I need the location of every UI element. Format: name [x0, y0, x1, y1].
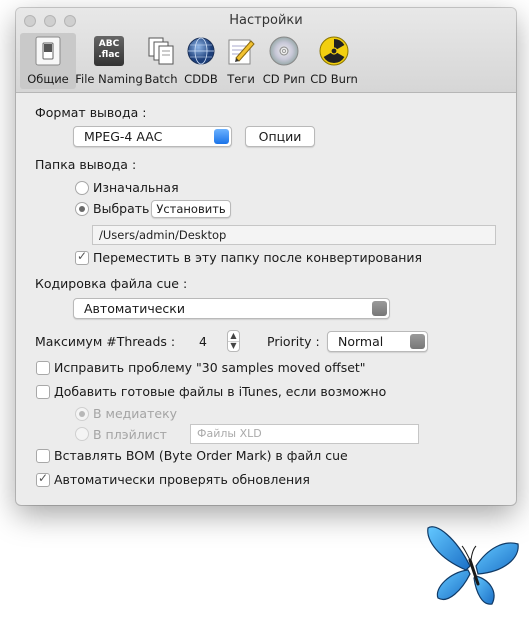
priority-popup[interactable]: Normal	[327, 331, 428, 352]
radiation-icon	[318, 35, 350, 67]
playlist-name-field[interactable]: Файлы XLD	[190, 424, 419, 444]
radio-original-folder[interactable]	[75, 181, 89, 195]
add-itunes-checkbox[interactable]	[36, 385, 50, 399]
fix-samples-checkbox[interactable]	[36, 361, 50, 375]
output-format-label: Формат вывода :	[35, 105, 147, 120]
cue-encoding-popup[interactable]: Автоматически	[73, 298, 390, 319]
tab-batch[interactable]: Batch	[142, 33, 180, 89]
radio-choose-folder[interactable]	[75, 202, 89, 216]
tab-cd-rip[interactable]: CD Рип	[260, 33, 308, 89]
butterfly-logo-icon	[426, 518, 522, 610]
threads-label: Максимум #Threads :	[35, 334, 176, 349]
abc-flac-icon: ABC .flac	[93, 35, 125, 67]
tab-cddb[interactable]: CDDB	[180, 33, 222, 89]
output-format-popup[interactable]: MPEG-4 AAC	[73, 126, 232, 147]
window-title: Настройки	[229, 13, 303, 28]
output-folder-label: Папка вывода :	[35, 157, 137, 172]
radio-original-label: Изначальная	[93, 180, 179, 195]
set-folder-button[interactable]: Установить	[151, 200, 231, 218]
radio-choose-label: Выбрать	[93, 201, 150, 216]
radio-playlist-label: В плэйлист	[93, 427, 167, 442]
preferences-window: Настройки Общие ABC .flac File Naming Ba…	[16, 8, 516, 505]
globe-icon	[185, 35, 217, 67]
pencil-paper-icon	[225, 35, 257, 67]
radio-itunes-playlist[interactable]	[75, 427, 89, 441]
general-switch-icon	[32, 35, 64, 67]
cd-disc-icon	[268, 35, 300, 67]
move-after-convert-label: Переместить в эту папку после конвертиро…	[93, 250, 423, 265]
documents-icon	[145, 35, 177, 67]
auto-update-checkbox[interactable]	[36, 471, 50, 487]
preferences-toolbar: Общие ABC .flac File Naming Batch CDDB Т…	[20, 33, 360, 89]
add-itunes-label: Добавить готовые файлы в iTunes, если во…	[54, 384, 387, 399]
auto-update-label: Автоматически проверять обновления	[54, 472, 310, 487]
stepper-down-icon[interactable]: ▼	[228, 341, 239, 351]
general-pane: Формат вывода : MPEG-4 AAC Опции Папка в…	[16, 93, 516, 505]
cue-encoding-label: Кодировка файла cue :	[35, 276, 188, 291]
tab-cd-burn[interactable]: CD Burn	[308, 33, 360, 89]
popup-arrows-icon	[372, 301, 387, 316]
radio-library-label: В медиатеку	[93, 406, 178, 421]
move-after-convert-checkbox[interactable]	[75, 249, 89, 265]
threads-value[interactable]: 4	[199, 334, 207, 349]
tab-general[interactable]: Общие	[20, 33, 76, 89]
title-bar: Настройки Общие ABC .flac File Naming Ba…	[16, 8, 516, 93]
fix-samples-label: Исправить проблему "30 samples moved off…	[54, 360, 366, 375]
popup-arrows-icon	[410, 334, 425, 349]
output-path-field[interactable]: /Users/admin/Desktop	[92, 225, 496, 245]
priority-label: Priority :	[267, 334, 320, 349]
insert-bom-label: Вставлять BOM (Byte Order Mark) в файл c…	[54, 448, 348, 463]
insert-bom-checkbox[interactable]	[36, 449, 50, 463]
popup-arrows-icon	[214, 129, 229, 144]
threads-stepper[interactable]: ▲ ▼	[227, 330, 240, 352]
tab-file-naming[interactable]: ABC .flac File Naming	[75, 33, 143, 89]
radio-itunes-library[interactable]	[75, 407, 89, 421]
tab-tags[interactable]: Теги	[222, 33, 260, 89]
options-button[interactable]: Опции	[245, 126, 315, 147]
